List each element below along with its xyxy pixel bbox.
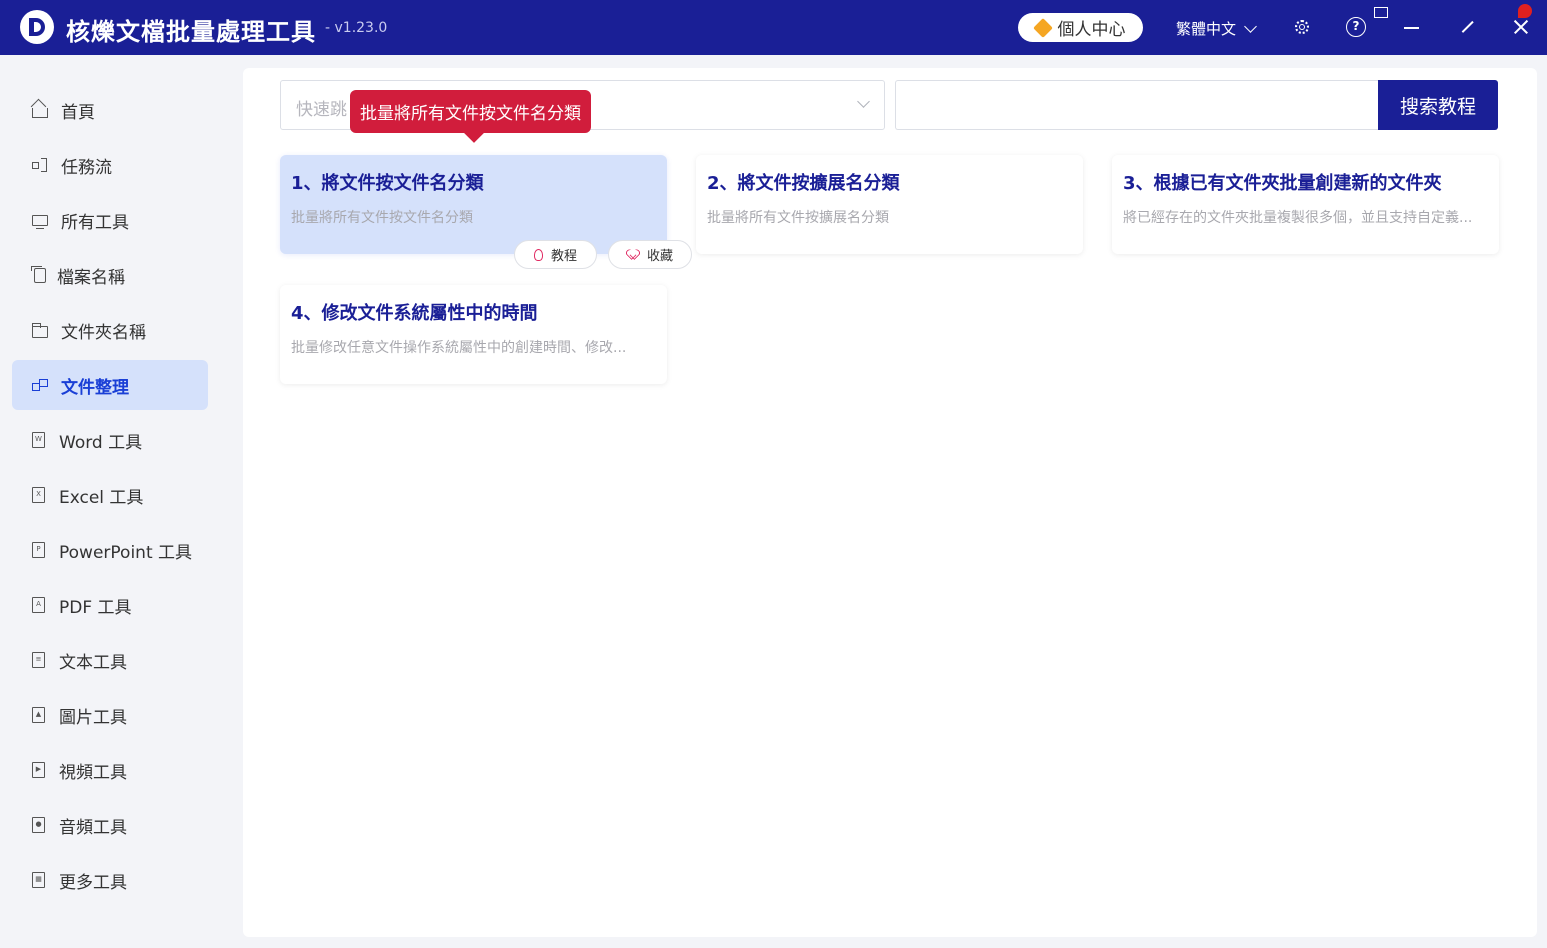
tool-card[interactable]: 3、根據已有文件夾批量創建新的文件夾 將已經存在的文件夾批量複製很多個，並且支持… [1112,155,1499,254]
home-icon [32,108,48,118]
sidebar-item-powerpoint-tools[interactable]: P PowerPoint 工具 [12,525,208,575]
sidebar-item-more-tools[interactable]: ▦ 更多工具 [12,855,208,905]
pdf-icon: A [32,597,45,613]
quick-jump-placeholder: 快速跳 [296,100,347,120]
card-title: 4、修改文件系統屬性中的時間 [291,303,538,324]
excel-icon: X [32,487,45,503]
flow-icon [32,157,48,173]
card-description: 批量將所有文件按文件名分類 [291,210,473,226]
sidebar-item-label: 文件夾名稱 [61,322,146,343]
sidebar-item-home[interactable]: 首頁 [12,85,208,135]
title-bar: 核爍文檔批量處理工具 - v1.23.0 個人中心 繁體中文 ? [0,0,1547,55]
sidebar-item-task-flow[interactable]: 任務流 [12,140,208,190]
heart-icon [627,249,639,260]
app-title: 核爍文檔批量處理工具 [66,18,316,46]
app-logo-icon [20,10,54,44]
sidebar-item-word-tools[interactable]: W Word 工具 [12,415,208,465]
tutorial-label: 教程 [550,249,577,264]
sidebar-item-label: Word 工具 [59,432,143,453]
sidebar-item-label: 文件整理 [61,377,129,398]
sidebar-item-excel-tools[interactable]: X Excel 工具 [12,470,208,520]
sidebar-item-label: Excel 工具 [59,487,144,508]
sidebar-item-label: 所有工具 [61,212,129,233]
word-icon: W [32,432,45,448]
language-label: 繁體中文 [1176,20,1237,38]
video-icon: ▶ [32,762,45,778]
search-tutorial-button[interactable]: 搜索教程 [1378,80,1498,130]
text-icon: ≡ [32,652,45,668]
card-tooltip: 批量將所有文件按文件名分類 [350,90,591,133]
sidebar-item-label: 檔案名稱 [57,267,125,288]
favorite-label: 收藏 [646,249,673,264]
app-version: - v1.23.0 [325,20,388,36]
folder-icon [31,322,48,338]
sidebar-item-label: 首頁 [61,102,95,123]
sidebar-item-label: 更多工具 [59,872,127,893]
sidebar-item-label: PowerPoint 工具 [59,542,193,563]
maximize-icon[interactable] [1457,17,1477,37]
screen-icon[interactable] [1374,7,1388,18]
tool-card[interactable]: 2、將文件按擴展名分類 批量將所有文件按擴展名分類 [696,155,1083,254]
card-title: 1、將文件按文件名分類 [291,173,484,194]
files-icon [31,265,46,283]
favorite-button[interactable]: 收藏 [608,240,692,269]
sidebar-item-file-names[interactable]: 檔案名稱 [12,250,208,300]
search-input[interactable] [895,80,1379,130]
powerpoint-icon: P [32,542,45,558]
sidebar: 首頁 任務流 所有工具 檔案名稱 文件夾名稱 文件整理 W Word 工具 X … [0,55,220,948]
sidebar-item-folder-names[interactable]: 文件夾名稱 [12,305,208,355]
notification-icon[interactable] [1518,4,1532,18]
mic-icon: ● [32,817,45,833]
tutorial-button[interactable]: 教程 [514,240,597,269]
sidebar-item-file-organize[interactable]: 文件整理 [12,360,208,410]
user-center-label: 個人中心 [1057,20,1126,40]
sidebar-item-label: 任務流 [61,157,112,178]
chevron-down-icon [857,95,870,108]
sidebar-item-text-tools[interactable]: ≡ 文本工具 [12,635,208,685]
sidebar-item-audio-tools[interactable]: ● 音頻工具 [12,800,208,850]
user-center-button[interactable]: 個人中心 [1018,13,1143,42]
sidebar-item-video-tools[interactable]: ▶ 視頻工具 [12,745,208,795]
language-select[interactable]: 繁體中文 [1176,18,1257,39]
close-icon[interactable] [1511,17,1531,37]
sidebar-item-label: 文本工具 [59,652,127,673]
sidebar-item-label: 音頻工具 [59,817,127,838]
lightbulb-icon [533,248,543,261]
card-description: 批量將所有文件按擴展名分類 [707,210,889,226]
card-title: 2、將文件按擴展名分類 [707,173,900,194]
card-description: 將已經存在的文件夾批量複製很多個，並且支持自定義... [1123,210,1473,226]
main-panel: 快速跳 搜索教程 1、將文件按文件名分類 批量將所有文件按文件名分類 教程 收藏… [243,68,1537,937]
card-description: 批量修改任意文件操作系統屬性中的創建時間、修改... [291,340,627,356]
image-icon: ▲ [32,707,45,723]
monitor-icon [32,214,48,229]
tool-card[interactable]: 1、將文件按文件名分類 批量將所有文件按文件名分類 [280,155,667,254]
gear-icon[interactable] [1292,17,1312,37]
help-icon[interactable]: ? [1346,17,1366,37]
diamond-icon [1032,17,1053,38]
grid-icon: ▦ [32,872,45,888]
sidebar-item-label: 圖片工具 [59,707,127,728]
chevron-down-icon [1244,19,1257,33]
minimize-icon[interactable] [1402,17,1422,37]
sidebar-item-label: 視頻工具 [59,762,127,783]
sidebar-item-all-tools[interactable]: 所有工具 [12,195,208,245]
sidebar-item-image-tools[interactable]: ▲ 圖片工具 [12,690,208,740]
organize-icon [32,377,48,393]
sidebar-item-label: PDF 工具 [59,597,132,618]
tool-card[interactable]: 4、修改文件系統屬性中的時間 批量修改任意文件操作系統屬性中的創建時間、修改..… [280,285,667,384]
card-title: 3、根據已有文件夾批量創建新的文件夾 [1123,173,1442,194]
sidebar-item-pdf-tools[interactable]: A PDF 工具 [12,580,208,630]
